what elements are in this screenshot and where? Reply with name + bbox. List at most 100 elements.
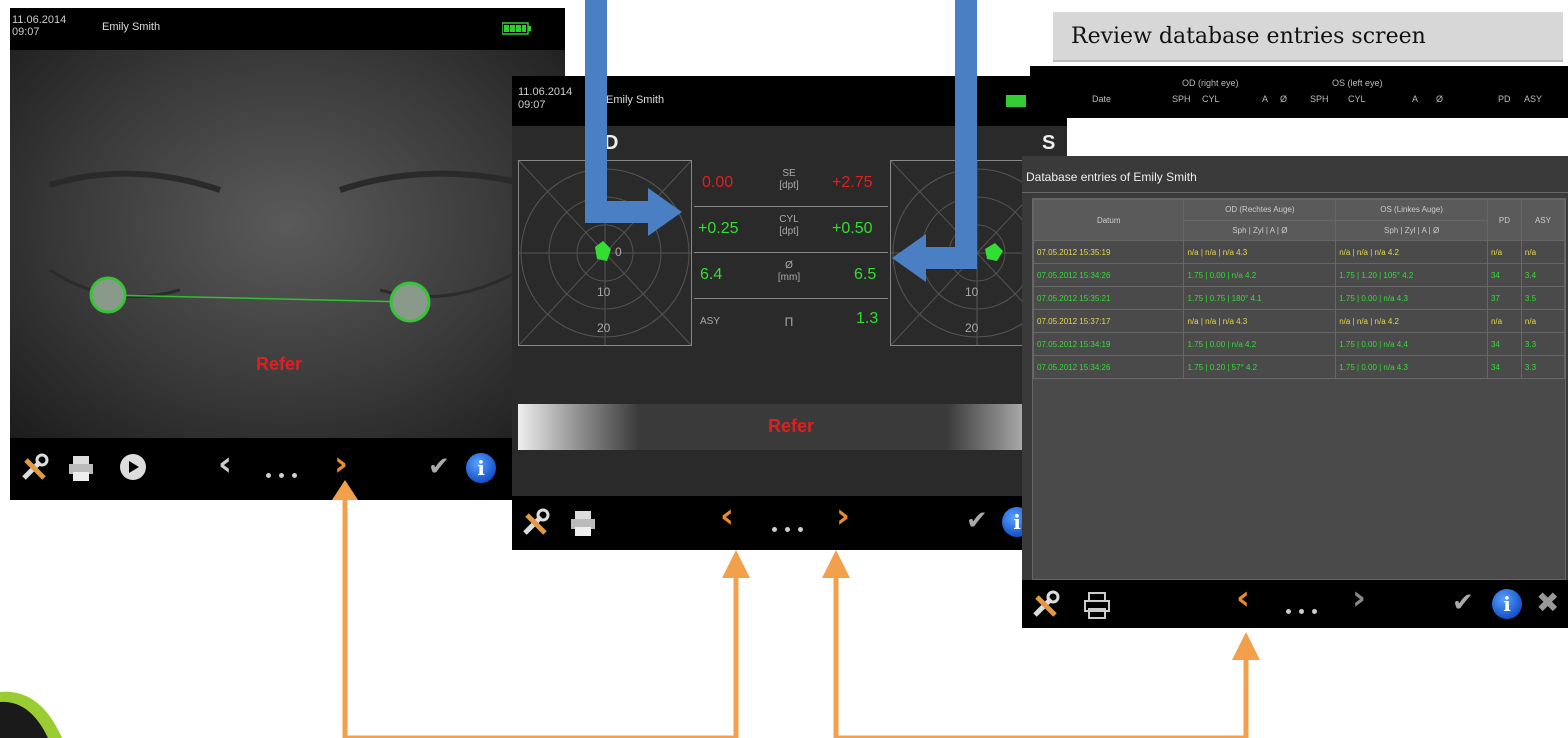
cell-date: 07.05.2012 15:34:26 (1032, 263, 1185, 287)
polar-label-0: 0 (965, 245, 972, 259)
chevron-right-icon[interactable]: › (334, 444, 348, 484)
tools-icon[interactable] (1028, 588, 1062, 622)
os-label: S (1042, 132, 1056, 154)
result-text: Refer (768, 416, 815, 436)
caption: Review database entries screen (1053, 12, 1563, 62)
check-icon[interactable]: ✔ (1452, 588, 1474, 618)
zoom-col-asy: ASY (1524, 94, 1543, 104)
se-label: SE [dpt] (779, 168, 799, 191)
print-icon[interactable] (66, 452, 96, 484)
cell-od: 1.75 | 0.20 | 57° 4.2 (1183, 355, 1337, 379)
chevron-left-icon[interactable]: ‹ (1236, 578, 1250, 618)
table-row[interactable]: 07.05.2012 15:35:21 1.75 | 0.75 | 180° 4.… (1032, 286, 1566, 310)
cell-os: 1.75 | 0.00 | n/a 4.4 (1335, 332, 1488, 356)
cell-pd: n/a (1486, 309, 1522, 333)
table-row[interactable]: 07.05.2012 15:35:19 n/a | n/a | n/a 4.3 n/… (1032, 240, 1566, 264)
asy-unit: Π (784, 315, 794, 329)
date: 11.06.2014 (12, 14, 67, 26)
check-icon[interactable]: ✔ (428, 452, 450, 482)
cell-asy: 3.3 (1520, 355, 1566, 379)
col-os-sub: Sph | Zyl | A | Ø (1335, 219, 1488, 241)
polar-label-20: 20 (965, 321, 979, 335)
polar-label-20: 20 (597, 321, 611, 335)
toolbar: ‹ › ✔ i ✖ (1022, 578, 1568, 628)
cell-asy: 3.4 (1520, 263, 1566, 287)
cell-pd: 34 (1486, 332, 1522, 356)
zoom-col-pd: PD (1498, 94, 1511, 104)
zoom-os-header: OS (left eye) (1332, 78, 1383, 88)
status-bar: 11.06.2014 09:07 Emily Smith (10, 8, 565, 50)
zoom-col-a: A (1262, 94, 1269, 104)
result-bar: Refer (518, 404, 1067, 450)
print-icon[interactable] (1082, 590, 1112, 620)
table-row[interactable]: 07.05.2012 15:34:26 1.75 | 0.00 | n/a 4.2… (1032, 263, 1566, 287)
check-icon[interactable]: ✔ (966, 506, 988, 536)
caption-text: Review database entries screen (1071, 24, 1426, 49)
cell-date: 07.05.2012 15:35:21 (1032, 286, 1185, 310)
table-row[interactable]: 07.05.2012 15:37:17 n/a | n/a | n/a 4.3 n/… (1032, 309, 1566, 333)
page-dots (768, 519, 807, 537)
cell-pd: n/a (1486, 240, 1522, 264)
db-title: Database entries of Emily Smith (1026, 170, 1197, 184)
db-table: Datum OD (Rechtes Auge) OS (Linkes Auge)… (1032, 199, 1566, 379)
zoom-col-sph-os: SPH (1310, 94, 1329, 104)
cell-od: 1.75 | 0.00 | n/a 4.2 (1183, 263, 1337, 287)
od-label: D (604, 132, 619, 154)
od-polar-plot: 0 10 20 (518, 160, 692, 346)
os-cyl-value: +0.50 (832, 220, 873, 237)
table-row[interactable]: 07.05.2012 15:34:19 1.75 | 0.00 | n/a 4.2… (1032, 332, 1566, 356)
polar-label-10: 10 (597, 285, 611, 299)
cell-os: 1.75 | 0.00 | n/a 4.3 (1335, 286, 1488, 310)
asy-label: ASY (700, 316, 721, 327)
chevron-right-icon[interactable]: › (836, 496, 850, 536)
chevron-right-icon[interactable]: › (1352, 578, 1366, 618)
cell-date: 07.05.2012 15:34:19 (1032, 332, 1185, 356)
cell-os: 1.75 | 1.20 | 105° 4.2 (1335, 263, 1488, 287)
info-icon[interactable]: i (466, 453, 496, 483)
table-row[interactable]: 07.05.2012 15:34:26 1.75 | 0.20 | 57° 4.2… (1032, 355, 1566, 379)
play-icon[interactable] (120, 454, 146, 480)
os-se-value: +2.75 (832, 174, 873, 191)
cell-asy: n/a (1520, 309, 1566, 333)
tools-icon[interactable] (518, 506, 552, 540)
polar-label-0: 0 (615, 245, 622, 259)
col-os: OS (Linkes Auge) (1335, 199, 1488, 221)
screen-eye-capture: 11.06.2014 09:07 Emily Smith Refer ‹ › ✔… (10, 8, 565, 546)
screen-database-entries: Database entries of Emily Smith Datum OD… (1022, 156, 1568, 628)
polar-label-10: 10 (965, 285, 979, 299)
cell-date: 07.05.2012 15:37:17 (1032, 309, 1185, 333)
zoom-col-a-os: A (1412, 94, 1419, 104)
col-od: OD (Rechtes Auge) (1183, 199, 1337, 221)
pupil-label: Ø [mm] (777, 260, 801, 283)
cell-od: n/a | n/a | n/a 4.3 (1183, 309, 1337, 333)
cell-od: n/a | n/a | n/a 4.3 (1183, 240, 1337, 264)
info-icon[interactable]: i (1492, 589, 1522, 619)
col-od-sub: Sph | Zyl | A | Ø (1183, 219, 1337, 241)
close-icon[interactable]: ✖ (1536, 586, 1559, 619)
tools-icon[interactable] (16, 450, 52, 486)
col-asy: ASY (1520, 199, 1566, 241)
status-bar: 11.06.2014 09:07 Emily Smith (512, 76, 1067, 126)
chevron-left-icon[interactable]: ‹ (720, 496, 734, 536)
zoom-col-cyl-os: CYL (1348, 94, 1366, 104)
chevron-left-icon[interactable]: ‹ (218, 444, 232, 484)
col-pd: PD (1486, 199, 1522, 241)
screen-measurement-results: 11.06.2014 09:07 Emily Smith D S 0 10 20… (512, 76, 1067, 550)
cell-os: n/a | n/a | n/a 4.2 (1335, 240, 1488, 264)
battery-icon (501, 22, 532, 35)
od-se-value: 0.00 (702, 174, 734, 191)
cell-pd: 37 (1486, 286, 1522, 310)
print-icon[interactable] (568, 508, 598, 538)
zoom-col-date: Date (1092, 94, 1112, 104)
zoomed-table-header: OD (right eye) OS (left eye) Date SPH CY… (1030, 66, 1568, 118)
cell-date: 07.05.2012 15:35:19 (1032, 240, 1185, 264)
col-date: Datum (1032, 199, 1185, 241)
zoom-od-header: OD (right eye) (1182, 78, 1239, 88)
result-text: Refer (256, 354, 303, 374)
cell-pd: 34 (1486, 263, 1522, 287)
page-dots (262, 465, 301, 483)
od-pupil-value: 6.4 (700, 266, 723, 283)
os-asy-value: 1.3 (856, 310, 879, 327)
cell-os: 1.75 | 0.00 | n/a 4.3 (1335, 355, 1488, 379)
camera-view: Refer (10, 50, 565, 438)
